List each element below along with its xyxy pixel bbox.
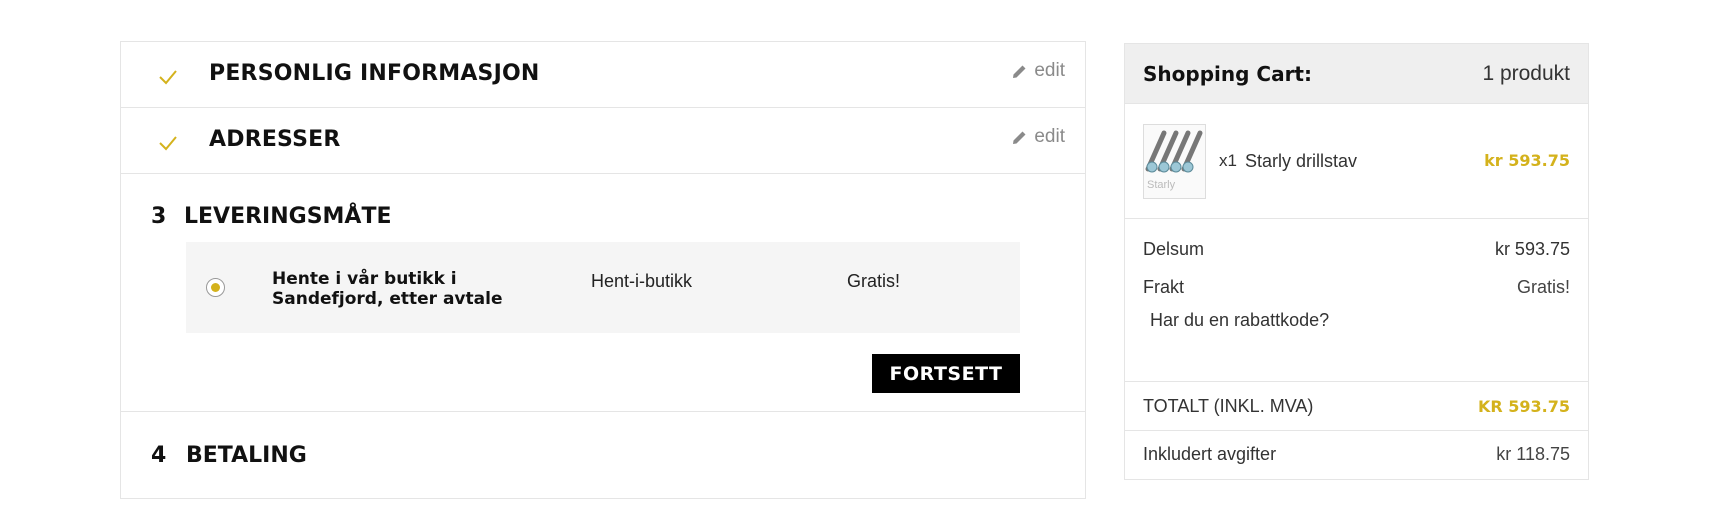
continue-button[interactable]: FORTSETT [872,354,1020,393]
delivery-option[interactable]: Hente i vår butikk i Sandefjord, etter a… [186,242,1020,333]
total-value: KR 593.75 [1477,397,1570,416]
cart-summary: Shopping Cart: 1 produkt Starly x1 Starl… [1124,43,1589,480]
product-thumbnail[interactable]: Starly [1143,124,1206,199]
pencil-icon [1013,65,1026,78]
taxes-label: Inkludert avgifter [1143,444,1277,464]
checkout-steps: PERSONLIG INFORMASJON edit ADRESSER edit… [120,41,1086,499]
edit-label: edit [1034,126,1065,147]
edit-link[interactable]: edit [1011,126,1065,148]
promo-code-link[interactable]: Har du en rabattkode? [1150,310,1329,331]
shipping-line: Frakt Gratis! [1143,277,1570,298]
check-icon [159,70,177,85]
carrier-name: Hente i vår butikk i Sandefjord, etter a… [272,269,503,309]
taxes-line: Inkludert avgifter kr 118.75 [1125,431,1588,479]
step-addresses[interactable]: ADRESSER edit [121,108,1085,174]
step-title: BETALING [186,443,307,468]
cart-count: 1 produkt [1482,62,1570,85]
subtotal-value: kr 593.75 [1494,239,1570,259]
step-title: PERSONLIG INFORMASJON [209,61,540,86]
step-payment: 4 BETALING [121,412,1085,498]
taxes-value: kr 118.75 [1496,444,1570,464]
step-delivery: 3 LEVERINGSMÅTE Hente i vår butikk i San… [121,174,1085,412]
delivery-radio[interactable] [206,278,225,297]
step-title: LEVERINGSMÅTE [184,204,392,229]
step-number: 4 [151,443,167,468]
step-title: ADRESSER [209,127,341,152]
subtotal-line: Delsum kr 593.75 [1143,239,1570,260]
subtotal-label: Delsum [1143,239,1205,259]
shipping-value: Gratis! [1516,277,1570,297]
total-label: TOTALT (INKL. MVA) [1143,396,1314,416]
pencil-icon [1013,131,1026,144]
shipping-label: Frakt [1143,277,1185,297]
edit-link[interactable]: edit [1011,60,1065,82]
cart-title: Shopping Cart: [1143,62,1312,86]
total-line: TOTALT (INKL. MVA) KR 593.75 [1125,382,1588,431]
item-quantity: x1 [1219,151,1237,170]
step-number: 3 [151,204,167,229]
cart-header: Shopping Cart: 1 produkt [1125,44,1588,104]
carrier-price: Gratis! [847,271,901,291]
carrier-delay: Hent-i-butikk [591,271,693,291]
cart-item: Starly x1 Starly drillstav kr 593.75 [1125,104,1588,219]
cart-subtotals: Delsum kr 593.75 Frakt Gratis! Har du en… [1125,219,1588,382]
check-icon [159,136,177,151]
item-price: kr 593.75 [1484,151,1570,170]
radio-selected-dot [211,283,220,292]
thumb-watermark: Starly [1147,179,1176,191]
edit-label: edit [1034,60,1065,81]
step-personal-information[interactable]: PERSONLIG INFORMASJON edit [121,42,1085,108]
item-name[interactable]: Starly drillstav [1245,151,1357,172]
